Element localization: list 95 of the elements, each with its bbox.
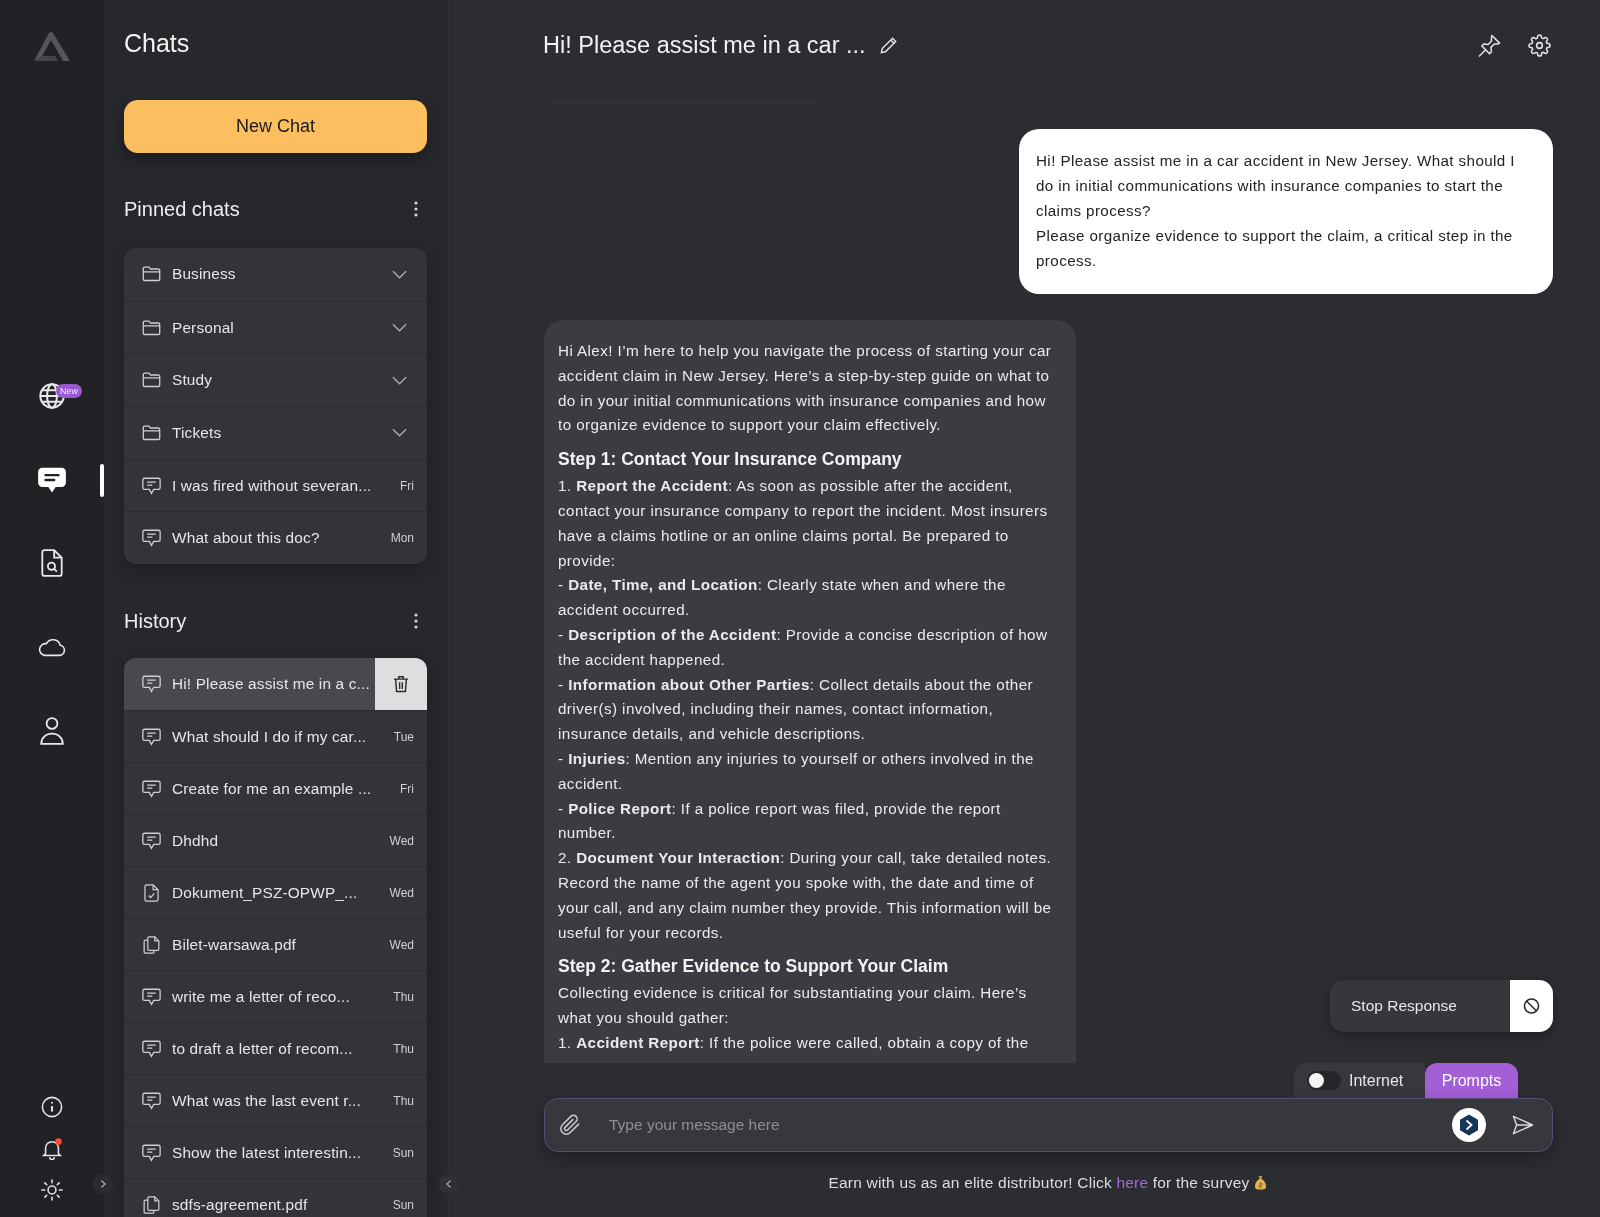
chat-bubble-icon [142, 1091, 161, 1110]
chat-date: Mon [390, 531, 414, 546]
history-item[interactable]: What should I do if my car... Tue [124, 710, 427, 763]
chat-title: Hi! Please assist me in a car ... [543, 31, 866, 59]
message-paragraph: Collecting evidence is critical for substantiating your claim. Here’s what you should gather: [558, 983, 1028, 1029]
message-heading: Step 1: Contact Your Insurance Company [558, 448, 903, 472]
history-item[interactable]: Dokument_PSZ-OPWP_... Wed [124, 866, 427, 919]
chat-date: Sun [392, 1197, 414, 1212]
internet-option[interactable]: Internet [1294, 1063, 1425, 1098]
chat-bubble-icon [142, 727, 161, 746]
message-paragraph: Hi Alex! I’m here to help you navigate the process of starting your car accident claim in New Jersey. Here’s a step-by-step guide on what to do in your initial communications with insurance companies and how to organize evidence to support your claim effectively. [558, 341, 1053, 436]
promo-text: Earn with us as an elite distributor! Click here for the survey [828, 1173, 1250, 1192]
folder-icon [142, 371, 161, 390]
history-item[interactable]: Dhdhd Wed [124, 814, 427, 867]
folder-item[interactable]: Tickets [124, 406, 427, 459]
trash-icon [393, 675, 409, 694]
hexagon-logo-icon[interactable] [1452, 1108, 1486, 1142]
chat-bubble-icon [142, 1039, 161, 1058]
chat-bubble-icon [142, 476, 161, 495]
chat-bubble-icon [142, 831, 161, 850]
settings-icon[interactable] [1528, 33, 1551, 57]
new-chat-button[interactable]: New Chat [124, 100, 427, 153]
files-icon [142, 935, 161, 954]
chat-date: Thu [393, 989, 414, 1004]
chat-bubble-icon [142, 987, 161, 1006]
history-item[interactable]: Bilet-warsawa.pdf Wed [124, 918, 427, 971]
folder-item[interactable]: Business [124, 248, 427, 301]
pencil-icon[interactable] [879, 36, 898, 54]
folder-icon [142, 265, 161, 284]
list-item: - Description of the Accident: Provide a concise description of how the accident happened. [558, 624, 1049, 670]
new-badge: New [56, 384, 82, 398]
chat-bubble-icon [142, 779, 161, 798]
folder-icon [142, 318, 161, 337]
chat-date: Tue [393, 729, 414, 744]
list-item: 1. Accident Report: If the police were called, obtain a copy of the [558, 1032, 1030, 1053]
list-item: - Injuries: Mention any injuries to yourself or others involved in the accident. [558, 748, 1035, 794]
chat-icon[interactable] [37, 465, 66, 494]
history-item[interactable]: to draft a letter of recom... Thu [124, 1022, 427, 1075]
send-icon[interactable] [1512, 1115, 1534, 1135]
list-item: 2. Document Your Interaction: During your call, take detailed notes. Record the name of the agent you spoke with, the date and time of your call, and any claim number they provide. This information will be useful for your records. [558, 848, 1053, 943]
folder-item[interactable]: Study [124, 353, 427, 407]
survey-link[interactable]: here [1116, 1173, 1149, 1191]
chat-date: Thu [393, 1093, 414, 1108]
list-item: - Information about Other Parties: Collect details about the other driver(s) involved, including their names, contact information, insurance details, and vehicle descriptions. [558, 674, 1035, 745]
pin-icon[interactable] [1478, 33, 1501, 57]
bell-icon[interactable] [40, 1137, 63, 1160]
list-item: 1. Report the Accident: As soon as possible after the accident, contact your insurance company to report the incident. Most insurers have a claims hotline or an online claims portal. Be prepared to provide: [558, 476, 1049, 571]
history-item[interactable]: write me a letter of reco... Thu [124, 970, 427, 1023]
chat-date: Wed [389, 833, 414, 848]
sun-icon[interactable] [40, 1179, 63, 1202]
history-item[interactable]: What was the last event r... Thu [124, 1074, 427, 1127]
chat-bubble-icon [142, 675, 161, 694]
stop-response-button[interactable]: Stop Response [1330, 980, 1553, 1032]
delete-button[interactable] [375, 658, 427, 711]
history-item[interactable]: Show the latest interestin... Sun [124, 1126, 427, 1179]
message-heading: Step 2: Gather Evidence to Support Your Claim [558, 955, 950, 979]
message-field[interactable]: Type your message here [544, 1098, 1553, 1152]
user-icon[interactable] [37, 716, 66, 745]
message-text: Please organize evidence to support the claim, a critical step in the process. [1036, 226, 1514, 271]
chevron-down-icon[interactable] [392, 269, 407, 279]
more-options-icon[interactable] [414, 201, 418, 217]
history-item[interactable]: Hi! Please assist me in a c... [124, 658, 427, 711]
toggle-switch[interactable] [1307, 1071, 1341, 1090]
chevron-down-icon[interactable] [392, 375, 407, 385]
chat-item[interactable]: What about this doc? Mon [124, 511, 427, 565]
chat-date: Wed [389, 885, 414, 900]
chevron-down-icon[interactable] [392, 323, 407, 333]
message-text: Hi! Please assist me in a car accident in New Jersey. What should I do in initial communications with insurance companies to start the claims process? [1036, 151, 1516, 221]
history-item[interactable]: sdfs-agreement.pdf Sun [124, 1178, 427, 1217]
stop-icon [1510, 980, 1553, 1032]
money-bag-icon [1255, 1175, 1267, 1190]
list-item: - Date, Time, and Location: Clearly state when and where the accident occurred. [558, 575, 1007, 621]
sidebar-title: Chats [124, 27, 191, 59]
document-check-icon [142, 883, 161, 902]
files-icon [142, 1195, 161, 1214]
attachment-icon[interactable] [559, 1114, 581, 1136]
folder-icon [142, 423, 161, 442]
chat-date: Sun [392, 1145, 414, 1160]
folder-item[interactable]: Personal [124, 300, 427, 354]
chat-date: Wed [389, 937, 414, 952]
info-icon[interactable] [40, 1096, 63, 1119]
section-title: History [124, 609, 187, 633]
chat-item[interactable]: I was fired without severan... Fri [124, 458, 427, 512]
chat-date: Fri [400, 478, 414, 493]
more-options-icon[interactable] [414, 613, 418, 630]
chevron-down-icon[interactable] [392, 428, 407, 438]
history-item[interactable]: Create for me an example ... Fri [124, 762, 427, 815]
chat-bubble-icon [142, 1143, 161, 1162]
prompts-tab[interactable]: Prompts [1425, 1063, 1518, 1098]
message-input[interactable]: Type your message here [609, 1110, 1452, 1140]
chat-date: Fri [400, 781, 414, 796]
chat-bubble-icon [142, 529, 161, 548]
list-item: - Police Report: If a police report was filed, provide the report number. [558, 798, 1002, 844]
section-title: Pinned chats [124, 197, 240, 221]
chat-date: Thu [393, 1041, 414, 1056]
